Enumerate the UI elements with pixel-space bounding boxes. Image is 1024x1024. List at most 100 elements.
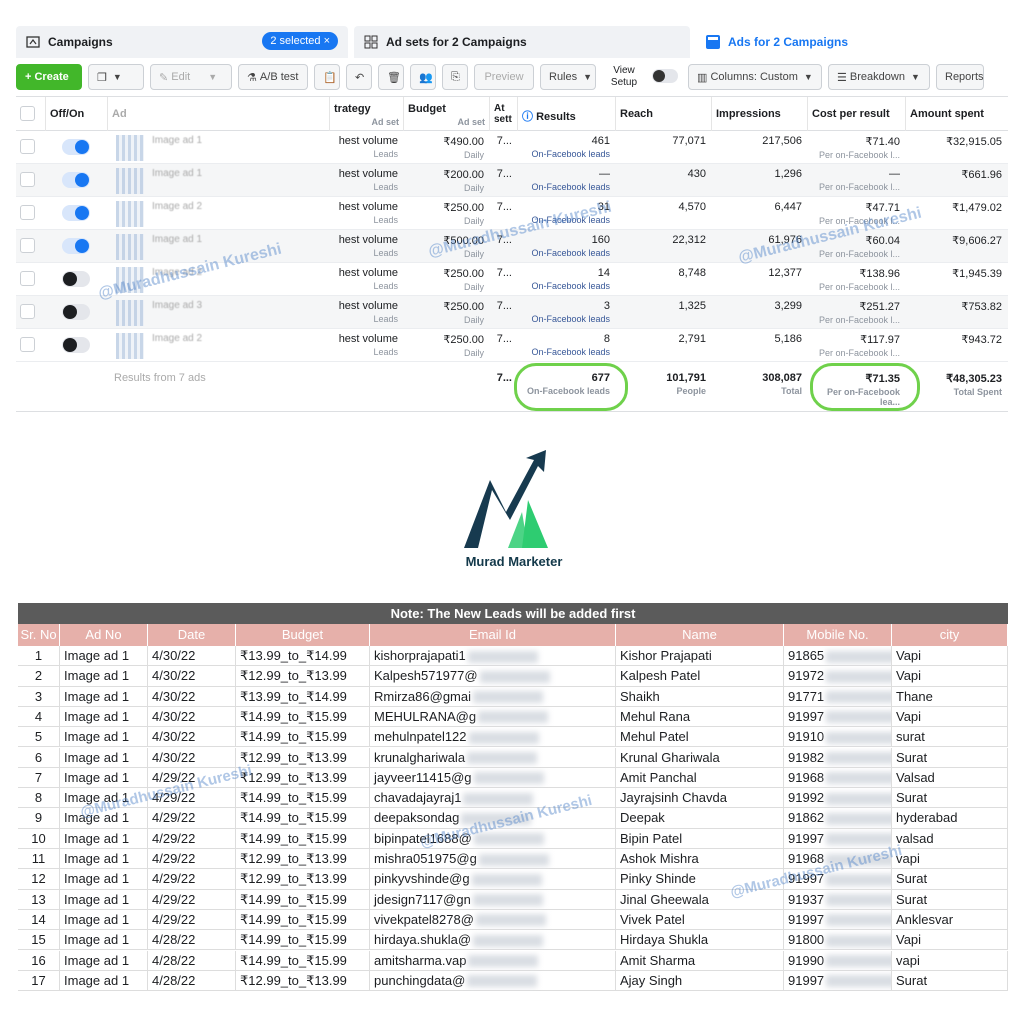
sheet-header-cell: Email Id [370,624,616,646]
col-offon[interactable]: Off/On [46,97,108,131]
sheet-row: 12 Image ad 1 4/29/22 ₹12.99_to_₹13.99 pinky… [18,869,1008,890]
ad-toggle[interactable] [62,172,90,188]
ad-thumbnail [116,201,144,227]
preview-button[interactable]: Preview [474,64,534,90]
sheet-cell: ₹12.99_to_₹13.99 [236,747,370,768]
sheet-header-cell: Date [148,624,236,646]
ad-row[interactable]: Image ad 1 hest volume Leads ₹200.00 Daily 7.… [16,164,1008,197]
ad-row[interactable]: Image ad 2 hest volume Leads ₹250.00 Daily 7.… [16,329,1008,362]
sheet-cell: Surat [892,869,1008,890]
select-all-checkbox[interactable] [20,106,35,121]
cell-strategy: hest volume Leads [330,263,404,296]
sheet-cell: Image ad 1 [60,970,148,991]
sheet-cell-text: Surat [896,972,928,988]
reports-button[interactable]: Reports [936,64,984,90]
ad-toggle[interactable] [62,238,90,254]
sheet-cell-text: valsad [896,830,934,846]
cell-budget: ₹250.00 Daily [404,296,490,329]
view-setup-toggle[interactable] [652,68,682,86]
col-budget-label: Budget [408,103,446,115]
breakdown-button[interactable]: ☰ Breakdown ▼ [828,64,930,90]
sheet-header-cell: Ad No [60,624,148,646]
col-budget[interactable]: Budget Ad set [404,97,490,131]
row-checkbox[interactable] [20,337,35,352]
redaction-blur [467,975,538,988]
redaction-blur [478,711,549,724]
ad-toggle[interactable] [62,139,90,155]
tab-campaigns[interactable]: Campaigns 2 selected × [16,26,348,58]
col-amount-spent[interactable]: Amount spent [906,97,1008,131]
audience-button[interactable]: 👥 [410,64,436,90]
sheet-cell-text: Jinal Gheewala [620,891,709,907]
row-checkbox[interactable] [20,172,35,187]
row-checkbox[interactable] [20,304,35,319]
ad-row[interactable]: Image ad 1 hest volume Leads ₹490.00 Daily 7.… [16,131,1008,164]
cell-budget: ₹200.00 Daily [404,164,490,197]
row-checkbox[interactable] [20,139,35,154]
row-checkbox[interactable] [20,238,35,253]
ad-row[interactable]: Image ad 3 hest volume Leads ₹250.00 Daily 7.… [16,296,1008,329]
sheet-cell-text: Image ad 1 [64,891,130,907]
sheet-cell-text: 91992 [788,790,825,806]
rules-button[interactable]: Rules ▼ [540,64,596,90]
col-results[interactable]: ⓘ Results [518,97,616,131]
ad-toggle[interactable] [62,205,90,221]
redaction-blur [826,975,891,988]
col-strategy[interactable]: trategy Ad set [330,97,404,131]
clipboard-button[interactable]: 📋 [314,64,340,90]
totals-spent-sub: Total Spent [953,387,1002,397]
columns-button[interactable]: ▥ Columns: Custom ▼ [688,64,822,90]
col-impressions[interactable]: Impressions [712,97,808,131]
ads-table-header: Off/On Ad trategy Ad set Budget Ad set At … [16,97,1008,131]
tab-adsets[interactable]: Ad sets for 2 Campaigns [354,26,690,58]
ad-toggle[interactable] [62,337,90,353]
ab-test-button[interactable]: ⚗ A/B test [238,64,308,90]
ad-toggle[interactable] [62,304,90,320]
tag-button[interactable]: ⎘ [442,64,468,90]
undo-button[interactable]: ↶ [346,64,372,90]
chevron-down-icon: ▼ [583,72,593,82]
sheet-cell: mehulnpatel122 [370,727,616,748]
selected-pill[interactable]: 2 selected × [262,32,338,50]
col-reach[interactable]: Reach [616,97,712,131]
sheet-cell-text: deepaksondag [374,810,460,826]
cell-attr: 7... [490,263,518,296]
col-cost-per-result[interactable]: Cost per result [808,97,906,131]
row-checkbox[interactable] [20,271,35,286]
ad-name[interactable]: Image ad 2 [152,201,202,212]
sheet-cell: 10 [18,828,60,849]
col-attribution[interactable]: At sett [490,97,518,131]
ad-name[interactable]: Image ad 1 [152,168,202,179]
cell-reach: 430 [616,164,712,197]
edit-button[interactable]: ✎ Edit ▼ [150,64,232,90]
sheet-cell-text: Image ad 1 [64,749,130,765]
toggle-track [652,68,678,83]
ad-name[interactable]: Image ad 1 [152,135,202,146]
sheet-header-cell: Sr. No [18,624,60,646]
tab-ads[interactable]: Ads for 2 Campaigns [696,26,1008,58]
col-ad[interactable]: Ad [108,97,330,131]
value-attr: 7... [496,168,512,180]
sheet-cell: kishorprajapati1 [370,646,616,666]
redaction-blur [473,934,544,947]
ad-toggle[interactable] [62,271,90,287]
sheet-note: Note: The New Leads will be added first [18,603,1008,624]
row-checkbox[interactable] [20,205,35,220]
sheet-cell-text: Image ad 1 [64,952,130,968]
chevron-down-icon: ▼ [910,72,920,82]
sheet-cell-text: vapi [896,952,920,968]
sheet-cell-text: Surat [896,891,928,907]
ad-name[interactable]: Image ad 1 [152,234,202,245]
delete-button[interactable]: 🗑 [378,64,404,90]
logo-name: Murad Marketer [465,554,563,569]
create-button[interactable]: + Create [16,64,82,90]
sheet-cell-text: Surat [896,871,928,887]
sheet-row: 14 Image ad 1 4/29/22 ₹14.99_to_₹15.99 vivek… [18,909,1008,931]
sheet-cell-text: 4/30/22 [152,708,196,724]
sheet-cell: amitsharma.vap [370,950,616,971]
sheet-cell-text: 12 [31,871,46,887]
ad-name[interactable]: Image ad 2 [152,333,202,344]
sheet-cell: vapi [892,950,1008,971]
ad-name[interactable]: Image ad 3 [152,300,202,311]
duplicate-button[interactable]: ❐ ▼ [88,64,144,90]
